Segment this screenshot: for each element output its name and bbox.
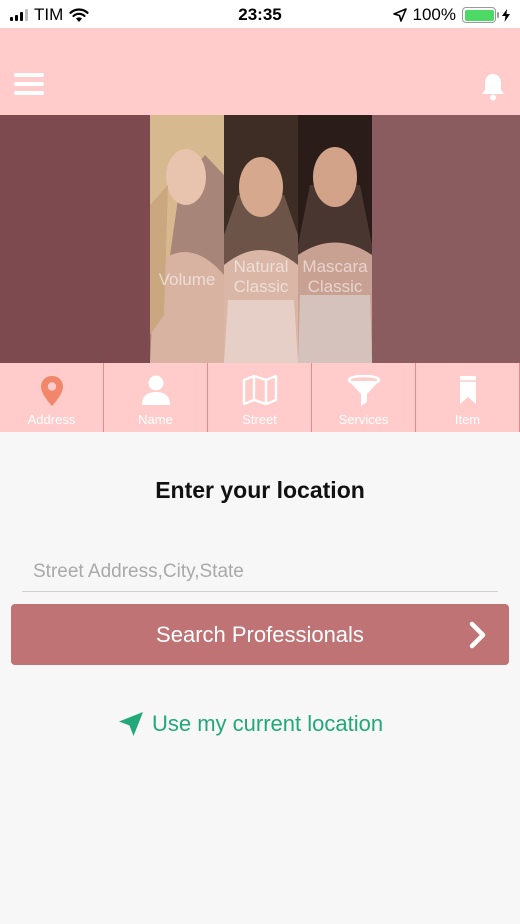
banner-panel-volume: Volume xyxy=(150,115,224,363)
person-icon xyxy=(141,375,170,405)
app-header xyxy=(0,28,520,115)
banner-label-volume: Volume xyxy=(158,270,216,289)
tab-name-label: Name xyxy=(138,412,173,427)
hamburger-menu-icon[interactable] xyxy=(14,73,44,97)
search-professionals-button[interactable]: Search Professionals xyxy=(11,604,509,665)
charging-icon xyxy=(502,8,510,22)
address-input[interactable] xyxy=(22,552,498,592)
use-current-location-link[interactable]: Use my current location xyxy=(118,711,383,737)
notification-bell-icon[interactable] xyxy=(480,72,506,102)
banner-panel-mascara: Mascara Classic xyxy=(298,115,372,363)
tab-item-label: Item xyxy=(454,412,481,427)
tab-street-label: Street xyxy=(242,412,277,427)
battery-percent: 100% xyxy=(412,5,456,24)
banner-label-natural: Natural Classic xyxy=(233,257,289,296)
map-icon xyxy=(242,375,277,405)
banner-label-mascara: Mascara Classic xyxy=(302,257,368,296)
navigation-arrow-icon xyxy=(119,712,143,736)
battery-icon xyxy=(462,7,499,23)
bookmark-icon xyxy=(459,376,476,404)
tab-name[interactable]: Name xyxy=(104,363,208,432)
page-title: Enter your location xyxy=(155,477,365,503)
tab-item[interactable]: Item xyxy=(416,363,520,432)
search-mode-tabs: Address Name Street Services Item xyxy=(0,363,520,432)
tab-services[interactable]: Services xyxy=(312,363,416,432)
tab-services-label: Services xyxy=(338,412,389,427)
tab-address[interactable]: Address xyxy=(0,363,104,432)
banner-panel-natural: Natural Classic xyxy=(224,115,298,363)
use-current-location-label: Use my current location xyxy=(152,711,384,736)
filter-icon xyxy=(347,375,380,406)
search-button-label: Search Professionals xyxy=(156,622,364,647)
chevron-right-icon xyxy=(469,621,486,649)
tab-address-label: Address xyxy=(27,412,76,427)
location-arrow-icon xyxy=(392,8,407,22)
location-pin-icon xyxy=(40,376,63,406)
hero-banner: Volume Natural Classic Mascara Classic xyxy=(0,115,520,363)
tab-street[interactable]: Street xyxy=(208,363,312,432)
status-bar: TIM 23:35 100% xyxy=(0,0,520,28)
